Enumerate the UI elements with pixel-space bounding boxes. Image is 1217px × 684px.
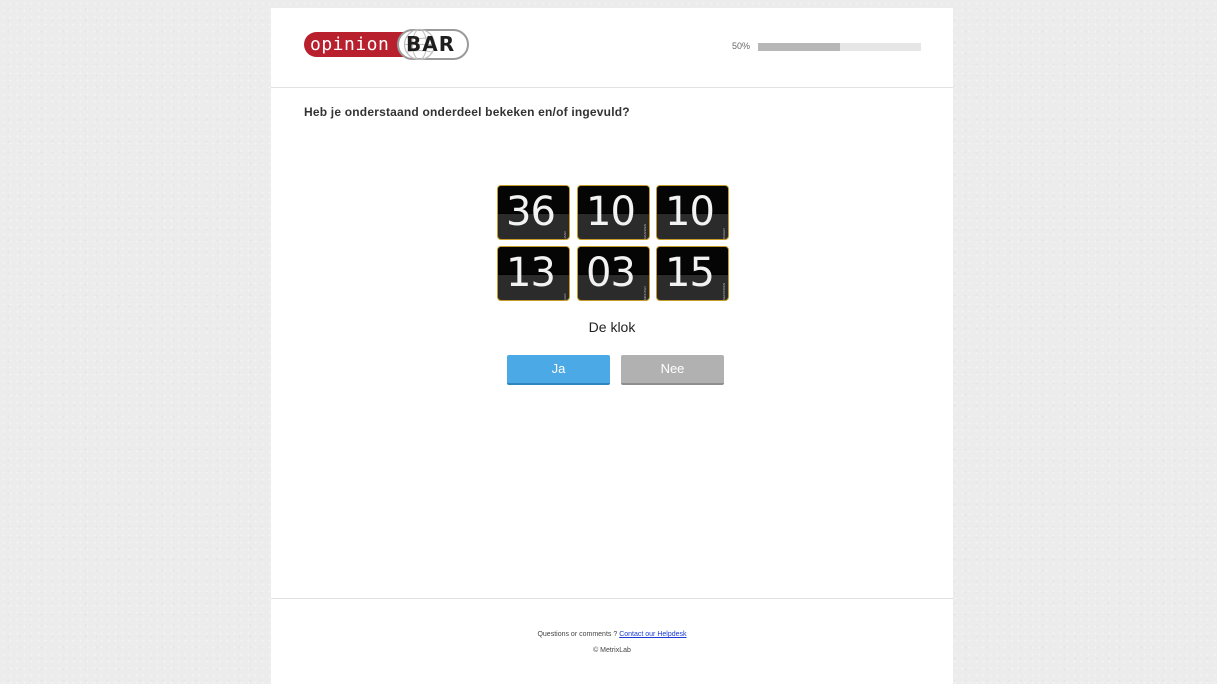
progress-bar-fill [758,43,840,51]
clock-tile-hours: 13 UUR [497,246,570,301]
clock-tile-value: 10 [665,189,715,235]
clock-tile-unit: UUR [563,293,567,301]
question-text: Heb je onderstaand onderdeel bekeken en/… [304,105,630,119]
flip-clock-image: 36 JAAR 10 MAANDEN 10 DAGEN 13 UUR 03 MI… [497,185,730,301]
clock-tile-value: 15 [665,250,715,296]
clock-tile-days: 10 DAGEN [656,185,729,240]
opinionbar-logo: opinion BAR [304,27,470,65]
clock-tile-unit: MAANDEN [643,223,647,239]
clock-tile-unit: DAGEN [722,228,726,239]
clock-tile-unit: SECONDEN [722,282,726,300]
clock-tile-value: 36 [506,189,556,235]
item-caption: De klok [588,319,636,335]
clock-tile-unit: MINUTEN [643,286,647,300]
logo-text-bar: BAR [406,32,456,56]
clock-tile-years: 36 JAAR [497,185,570,240]
progress-bar [758,43,921,51]
clock-tile-minutes: 03 MINUTEN [577,246,650,301]
clock-tile-value: 13 [506,250,556,296]
yes-button[interactable]: Ja [507,355,610,385]
survey-header: opinion BAR 50% [271,8,953,88]
footer-help-line: Questions or comments ? Contact our Help… [271,631,953,638]
footer-help-prompt: Questions or comments ? [537,631,618,638]
clock-tile-seconds: 15 SECONDEN [656,246,729,301]
progress-percent: 50% [732,41,751,51]
no-button[interactable]: Nee [621,355,724,385]
clock-tile-value: 10 [586,189,636,235]
survey-panel: opinion BAR 50% Heb je onderstaand onder… [271,8,953,684]
clock-tile-unit: JAAR [563,231,567,239]
helpdesk-link[interactable]: Contact our Helpdesk [619,631,686,638]
clock-tile-value: 03 [586,250,636,296]
clock-tile-months: 10 MAANDEN [577,185,650,240]
survey-footer: Questions or comments ? Contact our Help… [271,598,953,684]
footer-copyright: © MetrixLab [593,647,631,654]
